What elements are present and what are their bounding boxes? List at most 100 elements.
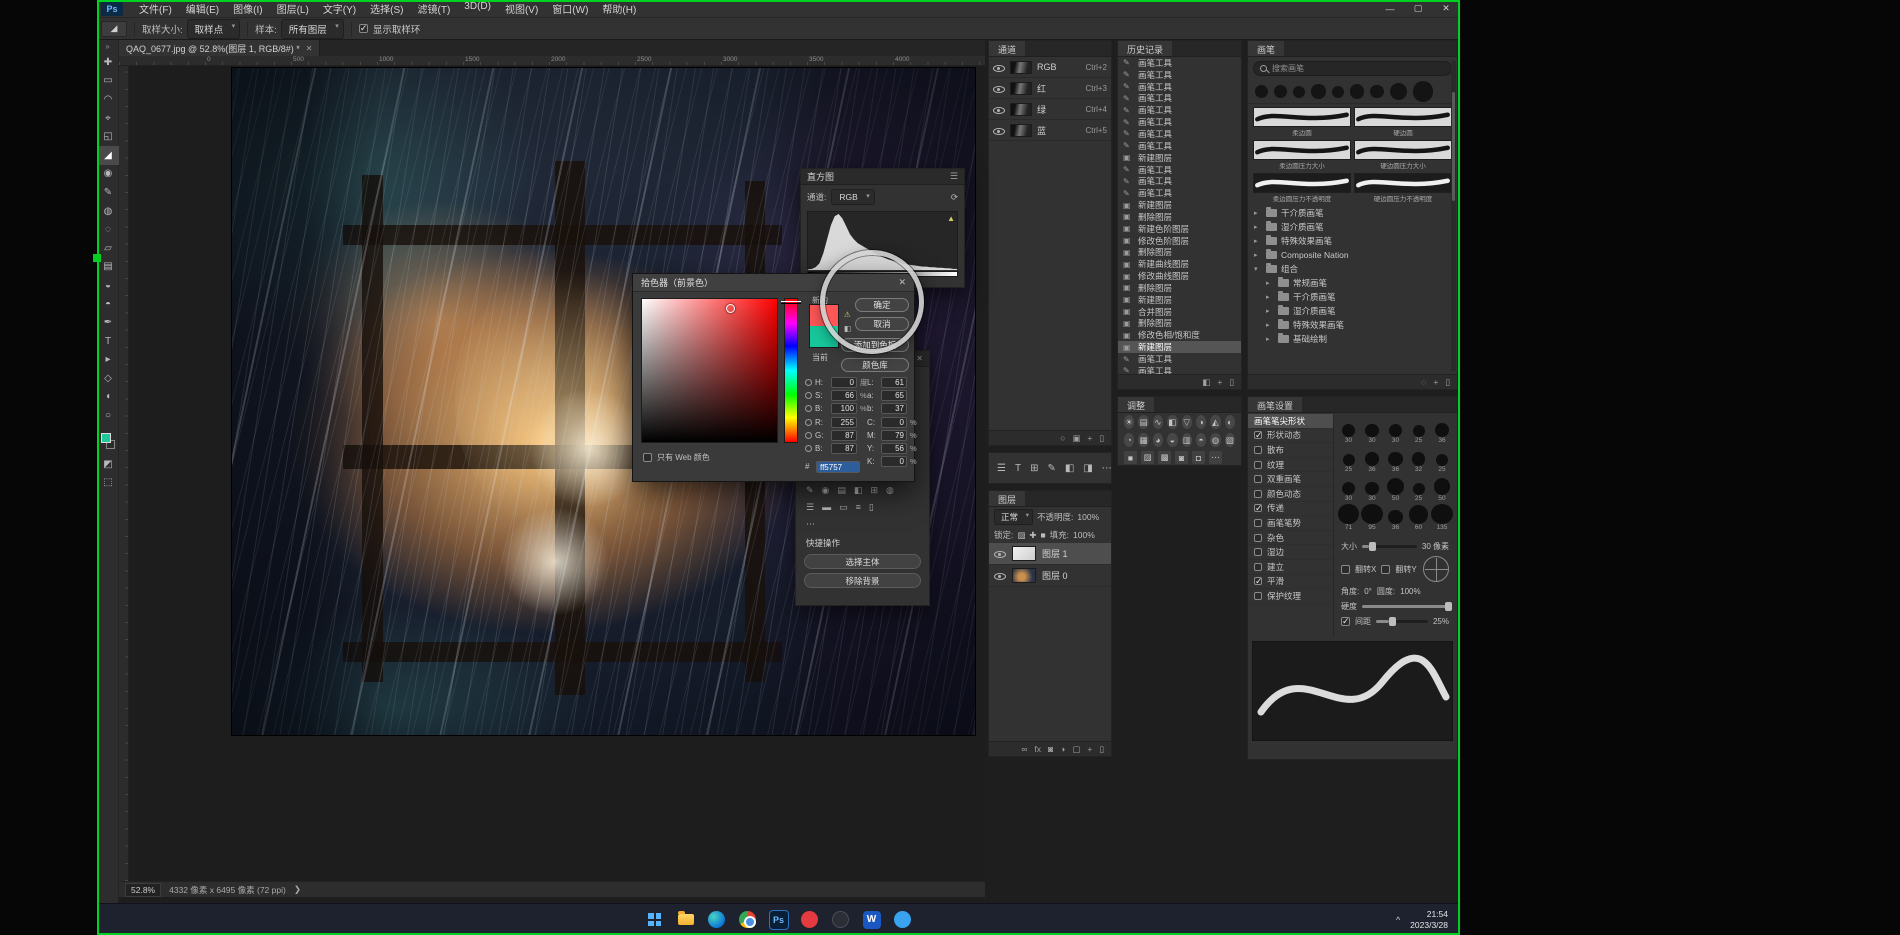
brush-tip[interactable]: 36 [1361, 446, 1383, 473]
tool-button[interactable]: ▸ [97, 351, 119, 370]
history-step[interactable]: ▣ 新建图层 [1118, 199, 1241, 211]
brush-preset-dot[interactable] [1413, 81, 1433, 101]
brush-option-row[interactable]: 散布 [1248, 443, 1333, 458]
option-checkbox[interactable] [1254, 475, 1262, 483]
fill-layer-icon[interactable]: ◙ [1175, 451, 1188, 464]
adjustment-icon[interactable]: ◍ [1210, 433, 1220, 447]
history-step[interactable]: ▣ 删除图层 [1118, 318, 1241, 330]
history-step[interactable]: ▣ 修改色相/饱和度 [1118, 329, 1241, 341]
brush-tip[interactable]: 36 [1385, 504, 1406, 531]
history-step[interactable]: ✎ 画笔工具 [1118, 187, 1241, 199]
history-step[interactable]: ✎ 画笔工具 [1118, 116, 1241, 128]
taskbar-icon-word[interactable]: W [860, 908, 884, 932]
hue-slider[interactable] [784, 298, 798, 443]
close-button[interactable]: ✕ [1432, 0, 1460, 18]
taskbar-clock[interactable]: 21:54 2023/3/28 [1410, 909, 1448, 930]
history-step[interactable]: ▣ 新建图层 [1118, 152, 1241, 164]
folder-arrow-icon[interactable] [1254, 237, 1262, 245]
brush-preset[interactable]: 硬边圆 [1354, 107, 1452, 137]
brush-tip[interactable]: 32 [1408, 446, 1429, 473]
adjustment-icon[interactable]: ◐ [1225, 415, 1235, 429]
adjustment-icon[interactable]: ☀ [1124, 415, 1134, 429]
align-tool-icon[interactable]: ▬ [822, 502, 831, 513]
brush-tip[interactable]: 25 [1408, 475, 1429, 502]
brush-tip[interactable]: 71 [1338, 504, 1359, 531]
brush-option-row[interactable]: 湿边 [1248, 545, 1333, 560]
option-checkbox[interactable] [1254, 519, 1262, 527]
quick-action-button[interactable]: 移除背景 [804, 573, 921, 588]
brush-tip[interactable]: 95 [1361, 504, 1383, 531]
color-field-input[interactable]: 87 [831, 443, 857, 454]
folder-arrow-icon[interactable] [1254, 223, 1262, 231]
tool-button[interactable]: ◢ [97, 146, 119, 165]
taskbar-icon-dark-app[interactable] [829, 908, 853, 932]
brush-tip[interactable]: 50 [1431, 475, 1453, 502]
menu-item[interactable]: 窗口(W) [546, 0, 594, 18]
brush-folder[interactable]: 湿介质画笔 [1248, 220, 1457, 234]
menu-item[interactable]: 3D(D) [458, 0, 497, 18]
layer-row[interactable]: 图层 1 [989, 543, 1111, 565]
brush-folder[interactable]: 湿介质画笔 [1248, 304, 1457, 318]
history-step[interactable]: ✎ 画笔工具 [1118, 175, 1241, 187]
history-step[interactable]: ✎ 画笔工具 [1118, 93, 1241, 105]
foreground-color-swatch[interactable] [101, 433, 111, 443]
option-checkbox[interactable] [1254, 592, 1262, 600]
brush-tip[interactable]: 30 [1385, 417, 1406, 444]
tool-button[interactable]: ◌ [97, 220, 119, 239]
history-tab[interactable]: 历史记录 [1118, 41, 1172, 56]
tool-button[interactable]: ⌖ [97, 109, 119, 128]
history-step[interactable]: ▣ 删除图层 [1118, 247, 1241, 259]
brush-folder[interactable]: 组合 [1248, 262, 1457, 276]
align-tool-icon[interactable]: ▯ [869, 502, 874, 513]
visibility-eye-icon[interactable] [993, 83, 1005, 94]
history-step[interactable]: ✎ 画笔工具 [1118, 57, 1241, 69]
brush-preset-dot[interactable] [1350, 84, 1364, 98]
fill-layer-icon[interactable]: ⋯ [1209, 451, 1222, 464]
history-step[interactable]: ✎ 画笔工具 [1118, 140, 1241, 152]
brush-option-row[interactable]: 双重画笔 [1248, 472, 1333, 487]
color-field-input[interactable]: 100 [831, 403, 857, 414]
adjustment-icon[interactable]: ◕ [1153, 433, 1163, 447]
tool-button[interactable]: ✎ [97, 183, 119, 202]
layer-style-icon[interactable]: fx [1034, 744, 1041, 754]
tool-button[interactable]: ◠ [97, 90, 119, 109]
folder-arrow-icon[interactable] [1266, 335, 1274, 343]
adjustment-icon[interactable]: ▧ [1225, 433, 1235, 447]
tray-chevron-icon[interactable]: ^ [1396, 915, 1400, 925]
menu-item[interactable]: 文件(F) [133, 0, 178, 18]
channel-row[interactable]: 红 Ctrl+3 [989, 78, 1111, 99]
adjustment-icon[interactable]: ∿ [1153, 415, 1163, 429]
strip-icon[interactable]: T [1015, 463, 1021, 474]
option-checkbox[interactable] [1254, 490, 1262, 498]
adjustment-icon[interactable]: ▦ [1138, 433, 1148, 447]
adjustment-icon[interactable]: ▽ [1182, 415, 1192, 429]
menu-item[interactable]: 图层(L) [271, 0, 315, 18]
history-step[interactable]: ▣ 修改曲线图层 [1118, 270, 1241, 282]
web-only-checkbox[interactable] [643, 453, 652, 462]
brush-option-row[interactable]: 形状动态 [1248, 429, 1333, 444]
brush-tip[interactable]: 36 [1431, 417, 1453, 444]
tab-close-icon[interactable]: ✕ [306, 44, 313, 53]
channel-row[interactable]: RGB Ctrl+2 [989, 57, 1111, 78]
history-step[interactable]: ▣ 新建图层 [1118, 294, 1241, 306]
taskbar-icon-photoshop[interactable]: Ps [767, 908, 791, 932]
color-field-input[interactable]: 0 [881, 417, 907, 428]
size-slider[interactable] [1362, 545, 1417, 548]
quick-tool-icon[interactable]: ◧ [854, 485, 863, 496]
folder-arrow-icon[interactable] [1266, 307, 1274, 315]
menu-item[interactable]: 滤镜(T) [412, 0, 457, 18]
fill-layer-icon[interactable]: ◘ [1192, 451, 1205, 464]
tool-button[interactable]: ▭ [97, 72, 119, 91]
visibility-eye-icon[interactable] [993, 104, 1005, 115]
lock-transparent-icon[interactable]: ▨ [1017, 530, 1025, 541]
color-field-input[interactable]: 0 [881, 456, 907, 467]
flip-y-checkbox[interactable] [1381, 565, 1390, 574]
lock-position-icon[interactable]: ✚ [1029, 530, 1036, 541]
hardness-slider[interactable] [1362, 605, 1449, 608]
flip-x-checkbox[interactable] [1341, 565, 1350, 574]
color-field-input[interactable]: 56 [881, 443, 907, 454]
field-radio[interactable] [805, 405, 812, 412]
tool-button[interactable]: ◉ [97, 165, 119, 184]
color-field-input[interactable]: 87 [831, 430, 857, 441]
screen-mode-button[interactable]: ⬚ [97, 473, 119, 492]
